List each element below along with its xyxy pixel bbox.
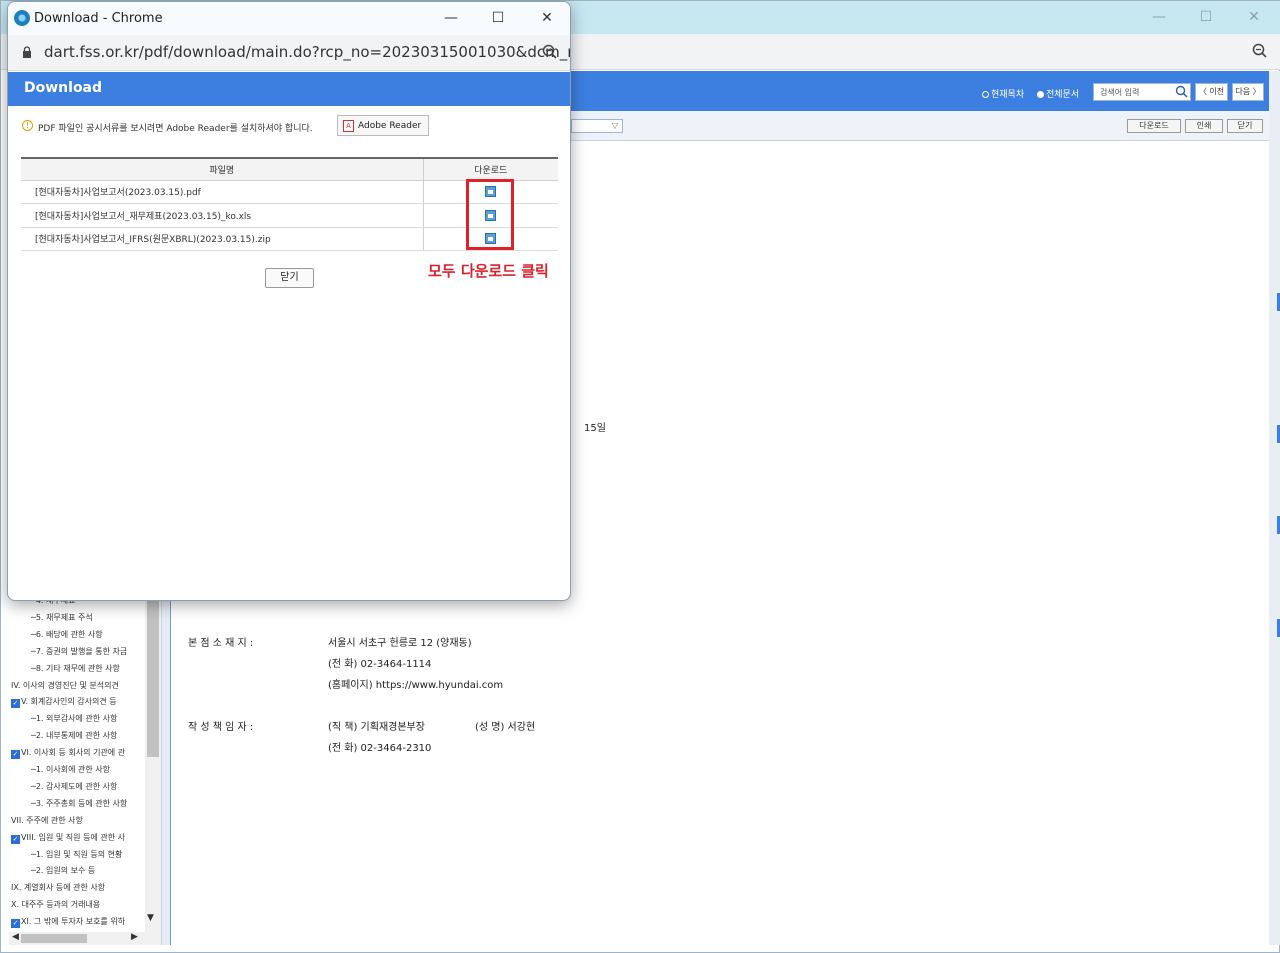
toc-tree: ─4. 재무제표 ─5. 재무제표 주석 ─6. 배당에 관한 사항 ─7. 증권의 … (9, 597, 161, 945)
toc-tree-item[interactable]: ─3. 주주총회 등에 관한 사항 (31, 798, 127, 809)
page-scrollbar[interactable] (1269, 71, 1280, 945)
toc-tree-label: VI. 이사회 등 회사의 기관에 관 (21, 748, 126, 758)
adobe-notice-text: PDF 파일인 공시서류를 보시려면 Adobe Reader를 설치하셔야 합… (38, 124, 313, 134)
toc-tree-item[interactable]: ─2. 감사제도에 관한 사항 (31, 781, 117, 792)
attachment-select[interactable]: ▽ (571, 119, 623, 133)
toc-tree-label: ─5. 재무제표 주석 (31, 612, 93, 622)
toc-tree-item[interactable]: ─6. 배당에 관한 사항 (31, 629, 103, 640)
next-button[interactable]: 다음 〉 (1232, 83, 1264, 101)
popup-maximize-icon[interactable]: ☐ (486, 8, 510, 28)
toc-tree-item[interactable]: ✓ VIII. 임원 및 직원 등에 관한 사 (11, 832, 125, 844)
toc-tree-label: V. 회계감사인의 감사의견 등 (21, 697, 117, 707)
file-name: [현대자동차]사업보고서(2023.03.15).pdf (21, 180, 424, 204)
toc-tree-label: ─6. 배당에 관한 사항 (31, 629, 103, 639)
panel-divider[interactable] (161, 597, 171, 945)
toc-tree-label: ─3. 주주총회 등에 관한 사항 (31, 798, 128, 808)
toc-tree-label: X. 대주주 등과의 거래내용 (11, 900, 101, 910)
toc-tree-item[interactable]: ─1. 이사회에 관한 사항 (31, 764, 110, 775)
download-header-title: Download (24, 80, 103, 96)
scroll-down-icon[interactable]: ▼ (147, 913, 154, 923)
highlight-box (466, 179, 514, 250)
toc-tree-item[interactable]: ─7. 증권의 발행을 통한 자금 (31, 646, 127, 657)
download-column-header: 다운로드 (423, 157, 558, 181)
toc-tree-label: IV. 이사의 경영진단 및 분석의견 (11, 680, 119, 690)
file-name: [현대자동차]사업보고서_재무제표(2023.03.15)_ko.xls (21, 203, 424, 228)
toc-tree-item[interactable]: ✓ XI. 그 밖에 투자자 보호를 위하 (11, 916, 126, 929)
maximize-icon[interactable]: ☐ (1194, 7, 1218, 27)
author-title: (직 책) 기획재경본부장 (328, 722, 425, 733)
toc-tree-item[interactable]: IX. 계열회사 등에 관한 사항 (11, 882, 105, 893)
popup-close-icon[interactable]: ✕ (535, 8, 559, 28)
toc-tree-item[interactable]: VII. 주주에 관한 사항 (11, 815, 83, 826)
popup-window-title: Download - Chrome (34, 11, 163, 26)
toc-tree-label: ─2. 임원의 보수 등 (31, 866, 96, 876)
toc-scroll-thumb[interactable] (147, 597, 159, 757)
toc-tree-item[interactable]: IV. 이사의 경영진단 및 분석의견 (11, 680, 119, 691)
toc-tree-label: ─8. 기타 재무에 관한 사항 (31, 663, 120, 673)
toc-tree-label: ─2. 감사제도에 관한 사항 (31, 781, 118, 791)
toc-tree-label: XI. 그 밖에 투자자 보호를 위하 (21, 917, 126, 927)
toc-tree-item[interactable]: ─2. 내부통제에 관한 사항 (31, 730, 117, 741)
minimize-icon[interactable]: — (1147, 7, 1171, 27)
scroll-left-icon[interactable]: ◀ (12, 932, 19, 942)
filename-column-header: 파일명 (21, 157, 424, 181)
toc-tree-label: VII. 주주에 관한 사항 (11, 815, 83, 825)
radio-current-toc[interactable]: 현재목차 (982, 87, 1024, 100)
popup-zoom-icon[interactable] (542, 44, 558, 60)
close-icon[interactable]: ✕ (1242, 7, 1266, 27)
chrome-logo-icon (14, 10, 30, 26)
radio-whole-document[interactable]: 전체문서 (1037, 87, 1079, 100)
toc-tree-item[interactable]: ─1. 외부감사에 관한 사항 (31, 713, 117, 724)
toc-tree-item[interactable]: X. 대주주 등과의 거래내용 (11, 899, 100, 910)
hq-label: 본 점 소 재 지 : (188, 638, 254, 649)
expand-check-icon[interactable]: ✓ (11, 699, 20, 709)
adobe-reader-label: Adobe Reader (358, 121, 422, 131)
toc-tree-label: ─2. 내부통제에 관한 사항 (31, 731, 118, 741)
report-date-fragment: 15일 (584, 423, 606, 434)
warning-icon: ! (22, 120, 33, 131)
toc-hscroll-thumb[interactable] (21, 934, 87, 943)
author-name: (성 명) 서강현 (475, 722, 536, 733)
download-popup-window: Download - Chrome — ☐ ✕ dart.fss.or.kr/p… (7, 1, 571, 601)
toc-tree-item[interactable]: ─8. 기타 재무에 관한 사항 (31, 663, 120, 674)
toc-tree-item[interactable]: ✓ V. 회계감사인의 감사의견 등 (11, 696, 117, 709)
toc-tree-item[interactable]: ─5. 재무제표 주석 (31, 612, 93, 623)
toc-tree-item[interactable]: ✓ VI. 이사회 등 회사의 기관에 관 (11, 747, 126, 760)
popup-titlebar: Download - Chrome — ☐ ✕ (8, 2, 570, 35)
expand-check-icon[interactable]: ✓ (11, 750, 20, 760)
prev-button[interactable]: 〈 이전 (1195, 83, 1228, 101)
scroll-right-icon[interactable]: ▶ (131, 932, 138, 942)
popup-address-bar[interactable]: dart.fss.or.kr/pdf/download/main.do?rcp_… (8, 35, 570, 71)
toc-tree-label: ─1. 이사회에 관한 사항 (31, 765, 110, 774)
toc-tree-label: IX. 계열회사 등에 관한 사항 (11, 883, 106, 893)
toc-tree-label: ─1. 외부감사에 관한 사항 (31, 714, 118, 724)
download-button[interactable]: 다운로드 (1127, 119, 1181, 133)
toc-tree-label: VIII. 임원 및 직원 등에 관한 사 (21, 832, 125, 842)
search-icon[interactable] (1175, 85, 1188, 98)
adobe-reader-button[interactable]: A Adobe Reader (337, 115, 429, 136)
expand-check-icon[interactable]: ✓ (11, 919, 20, 929)
print-button[interactable]: 인쇄 (1185, 119, 1223, 133)
hq-phone: (전 화) 02-3464-1114 (328, 659, 432, 670)
expand-check-icon[interactable]: ✓ (11, 834, 20, 844)
popup-minimize-icon[interactable]: — (439, 8, 463, 28)
toolbar-close-button[interactable]: 닫기 (1227, 119, 1263, 133)
close-button[interactable]: 닫기 (265, 268, 314, 288)
highlight-annotation: 모두 다운로드 클릭 (428, 262, 549, 280)
author-label: 작 성 책 임 자 : (188, 722, 254, 733)
toc-tree-item[interactable]: ─1. 임원 및 직원 등의 현황 (31, 849, 122, 860)
toc-tree-label: ─1. 임원 및 직원 등의 현황 (31, 849, 123, 859)
toc-tree-item[interactable]: ─2. 임원의 보수 등 (31, 865, 95, 876)
author-phone: (전 화) 02-3464-2310 (328, 743, 432, 754)
lock-icon (23, 46, 31, 58)
zoom-icon[interactable] (1252, 43, 1268, 59)
pdf-icon: A (343, 120, 354, 132)
hq-homepage: (홈페이지) https://www.hyundai.com (328, 680, 504, 691)
toc-tree-label: ─7. 증권의 발행을 통한 자금 (31, 646, 128, 656)
hq-address: 서울시 서초구 헌릉로 12 (양재동) (328, 638, 472, 649)
download-header: Download (8, 72, 570, 106)
file-name: [현대자동차]사업보고서_IFRS(원문XBRL)(2023.03.15).zi… (21, 227, 424, 251)
popup-url-text[interactable]: dart.fss.or.kr/pdf/download/main.do?rcp_… (44, 43, 570, 61)
